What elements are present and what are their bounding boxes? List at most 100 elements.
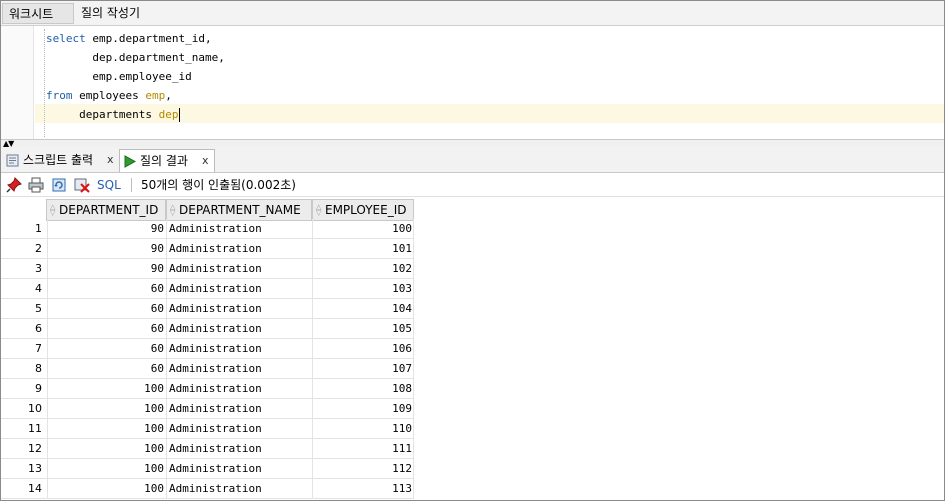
cell-employee-id[interactable]: 111 — [312, 439, 414, 459]
column-header-label: EMPLOYEE_ID — [325, 203, 407, 217]
editor-tab-bar: 워크시트 질의 작성기 — [1, 1, 944, 26]
cell-department-id[interactable]: 90 — [47, 259, 165, 279]
tab-query-builder[interactable]: 질의 작성기 — [75, 3, 146, 24]
table-row[interactable]: 3 90 Administration 102 — [1, 259, 414, 279]
keyword: from — [46, 89, 73, 102]
cell-department-id[interactable]: 100 — [47, 439, 165, 459]
cell-employee-id[interactable]: 109 — [312, 399, 414, 419]
cell-department-name[interactable]: Administration — [166, 399, 312, 419]
cell-department-id[interactable]: 100 — [47, 459, 165, 479]
row-number-header — [1, 199, 46, 221]
cell-department-name[interactable]: Administration — [166, 339, 312, 359]
cell-department-name[interactable]: Administration — [166, 239, 312, 259]
cell-employee-id[interactable]: 104 — [312, 299, 414, 319]
cell-department-name[interactable]: Administration — [166, 219, 312, 239]
cell-department-id[interactable]: 60 — [47, 339, 165, 359]
cell-employee-id[interactable]: 112 — [312, 459, 414, 479]
cancel-fetch-icon[interactable] — [74, 177, 90, 193]
cell-department-name[interactable]: Administration — [166, 439, 312, 459]
table-row[interactable]: 9 100 Administration 108 — [1, 379, 414, 399]
code-line-current: departments dep — [46, 105, 225, 124]
refresh-icon[interactable] — [51, 177, 67, 193]
cell-department-name[interactable]: Administration — [166, 379, 312, 399]
table-row[interactable]: 11 100 Administration 110 — [1, 419, 414, 439]
pane-splitter[interactable]: ▲▼ — [1, 139, 944, 148]
cell-department-id[interactable]: 100 — [47, 479, 165, 499]
row-number: 8 — [35, 362, 42, 375]
code-line: dep.department_name, — [46, 48, 224, 67]
tab-query-result[interactable]: 질의 결과 x — [119, 149, 215, 172]
pin-icon[interactable] — [6, 177, 22, 193]
cell-department-id[interactable]: 100 — [47, 399, 165, 419]
print-icon[interactable] — [28, 177, 44, 193]
result-toolbar: SQL 50개의 행이 인출됨(0.002초) — [1, 173, 944, 197]
cell-department-id[interactable]: 90 — [47, 219, 165, 239]
cell-department-name[interactable]: Administration — [166, 319, 312, 339]
code-area[interactable]: select emp.department_id, dep.department… — [46, 29, 225, 124]
sort-icon[interactable]: △ ▽ — [316, 204, 321, 217]
table-row[interactable]: 5 60 Administration 104 — [1, 299, 414, 319]
sql-editor[interactable]: select emp.department_id, dep.department… — [1, 26, 944, 139]
cell-department-name[interactable]: Administration — [166, 359, 312, 379]
cell-department-name[interactable]: Administration — [166, 479, 312, 499]
column-header-employee-id[interactable]: △ ▽ EMPLOYEE_ID — [312, 199, 414, 221]
table-row[interactable]: 2 90 Administration 101 — [1, 239, 414, 259]
table-row[interactable]: 1 90 Administration 100 — [1, 219, 414, 239]
cell-employee-id[interactable]: 110 — [312, 419, 414, 439]
cell-employee-id[interactable]: 105 — [312, 319, 414, 339]
cell-employee-id[interactable]: 100 — [312, 219, 414, 239]
result-tab-bar: 스크립트 출력 x 질의 결과 x — [1, 147, 944, 173]
sort-icon[interactable]: △ ▽ — [50, 204, 55, 217]
cell-employee-id[interactable]: 108 — [312, 379, 414, 399]
cell-department-id[interactable]: 60 — [47, 359, 165, 379]
code-line: emp.employee_id — [46, 67, 225, 86]
cell-department-id[interactable]: 60 — [47, 299, 165, 319]
cell-department-id[interactable]: 100 — [47, 379, 165, 399]
row-number: 11 — [28, 422, 42, 435]
cell-employee-id[interactable]: 101 — [312, 239, 414, 259]
column-header-department-id[interactable]: △ ▽ DEPARTMENT_ID — [46, 199, 166, 221]
cell-employee-id[interactable]: 103 — [312, 279, 414, 299]
cell-department-name[interactable]: Administration — [166, 299, 312, 319]
code-text: emp.employee_id — [92, 70, 192, 83]
table-row[interactable]: 6 60 Administration 105 — [1, 319, 414, 339]
row-number: 3 — [35, 262, 42, 275]
sql-button[interactable]: SQL — [97, 173, 121, 197]
tab-script-output[interactable]: 스크립트 출력 x — [3, 149, 119, 172]
row-number: 1 — [35, 222, 42, 235]
row-number: 14 — [28, 482, 42, 495]
table-row[interactable]: 4 60 Administration 103 — [1, 279, 414, 299]
column-header-department-name[interactable]: △ ▽ DEPARTMENT_NAME — [166, 199, 312, 221]
cell-department-id[interactable]: 90 — [47, 239, 165, 259]
row-number: 5 — [35, 302, 42, 315]
close-icon[interactable]: x — [202, 150, 209, 172]
table-row[interactable]: 7 60 Administration 106 — [1, 339, 414, 359]
code-text: emp.department_id, — [85, 32, 212, 45]
cell-department-name[interactable]: Administration — [166, 279, 312, 299]
code-text: , — [165, 89, 172, 102]
keyword: select — [46, 32, 86, 45]
table-row[interactable]: 10 100 Administration 109 — [1, 399, 414, 419]
cell-employee-id[interactable]: 113 — [312, 479, 414, 499]
cell-department-name[interactable]: Administration — [166, 259, 312, 279]
cell-department-name[interactable]: Administration — [166, 459, 312, 479]
row-number: 7 — [35, 342, 42, 355]
cell-employee-id[interactable]: 106 — [312, 339, 414, 359]
cell-employee-id[interactable]: 102 — [312, 259, 414, 279]
code-line: select emp.department_id, — [46, 29, 225, 48]
cell-department-name[interactable]: Administration — [166, 419, 312, 439]
cell-department-id[interactable]: 60 — [47, 279, 165, 299]
close-icon[interactable]: x — [107, 149, 114, 171]
cell-department-id[interactable]: 60 — [47, 319, 165, 339]
tab-worksheet[interactable]: 워크시트 — [2, 3, 74, 24]
table-row[interactable]: 14 100 Administration 113 — [1, 479, 414, 499]
table-row[interactable]: 12 100 Administration 111 — [1, 439, 414, 459]
table-row[interactable]: 8 60 Administration 107 — [1, 359, 414, 379]
code-line: from employees emp, — [46, 86, 225, 105]
cell-department-id[interactable]: 100 — [47, 419, 165, 439]
result-grid[interactable]: △ ▽ DEPARTMENT_ID △ ▽ DEPARTMENT_NAME △ ▽ E… — [1, 197, 944, 500]
sort-icon[interactable]: △ ▽ — [170, 204, 175, 217]
cell-employee-id[interactable]: 107 — [312, 359, 414, 379]
row-number: 12 — [28, 442, 42, 455]
table-row[interactable]: 13 100 Administration 112 — [1, 459, 414, 479]
